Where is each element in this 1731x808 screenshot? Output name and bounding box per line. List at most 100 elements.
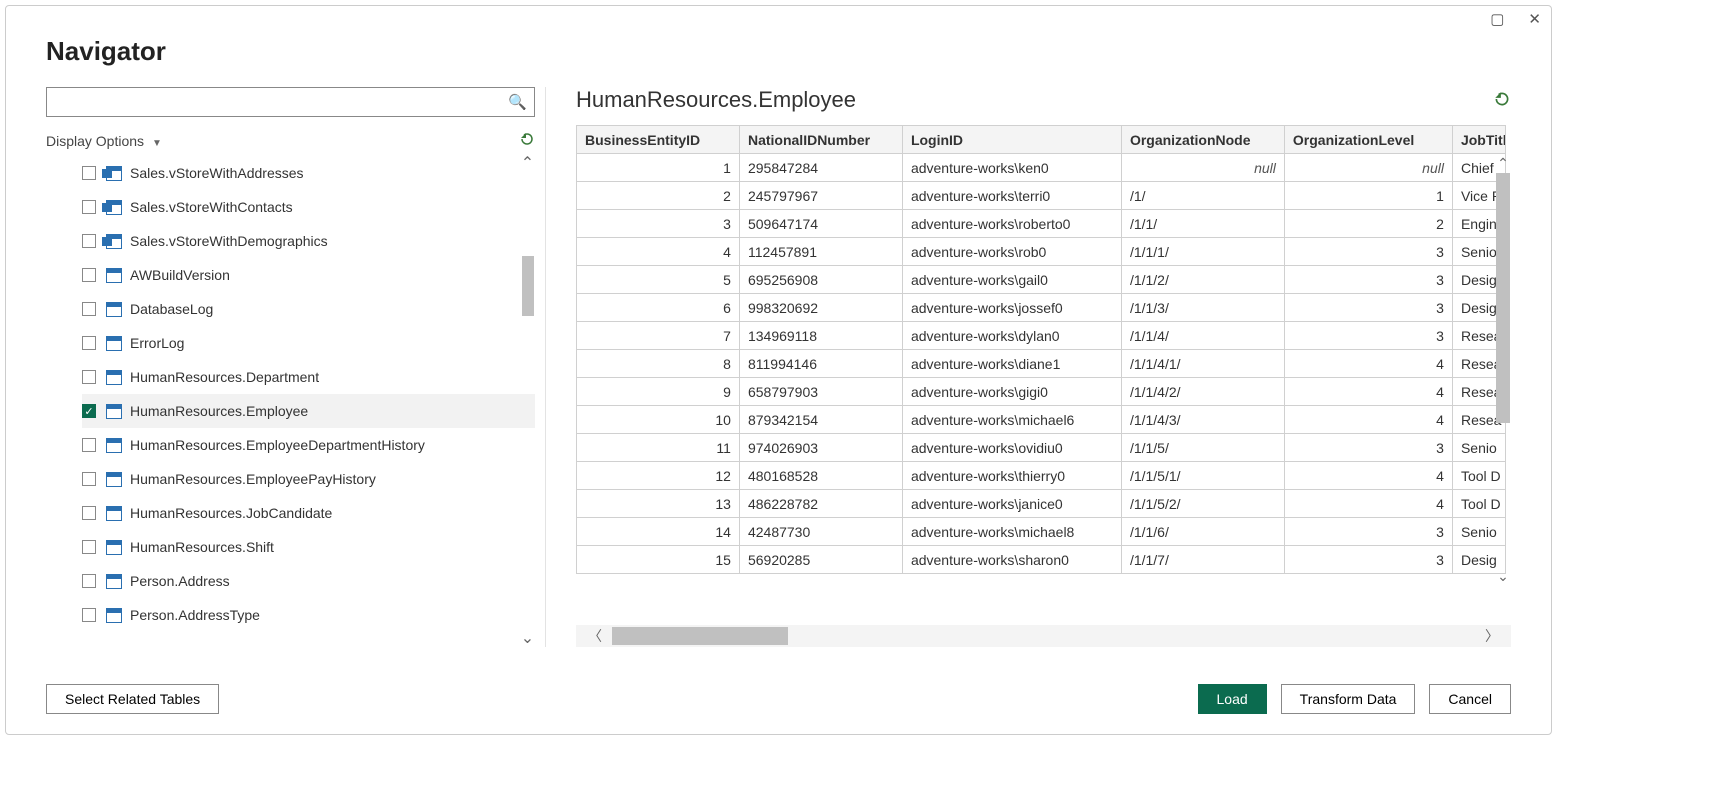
table-row[interactable]: 4112457891adventure-works\rob0/1/1/1/3Se…: [577, 238, 1506, 266]
table-cell[interactable]: 9: [577, 378, 740, 406]
table-cell[interactable]: 879342154: [739, 406, 902, 434]
table-cell[interactable]: 56920285: [739, 546, 902, 574]
table-row[interactable]: 7134969118adventure-works\dylan0/1/1/4/3…: [577, 322, 1506, 350]
scroll-thumb[interactable]: [1496, 173, 1510, 423]
table-cell[interactable]: 2: [1284, 210, 1452, 238]
table-cell[interactable]: 112457891: [739, 238, 902, 266]
table-cell[interactable]: 3: [1284, 518, 1452, 546]
scroll-down-icon[interactable]: ⌄: [521, 631, 534, 647]
table-row[interactable]: 1295847284adventure-works\ken0nullnullCh…: [577, 154, 1506, 182]
close-icon[interactable]: ✕: [1528, 12, 1541, 27]
table-cell[interactable]: 13: [577, 490, 740, 518]
table-cell[interactable]: /1/1/5/: [1121, 434, 1284, 462]
table-cell[interactable]: adventure-works\janice0: [902, 490, 1121, 518]
checkbox[interactable]: [82, 200, 96, 214]
scroll-right-icon[interactable]: 〉: [1485, 626, 1499, 646]
table-cell[interactable]: adventure-works\terri0: [902, 182, 1121, 210]
table-cell[interactable]: 480168528: [739, 462, 902, 490]
table-row[interactable]: 10879342154adventure-works\michael6/1/1/…: [577, 406, 1506, 434]
table-cell[interactable]: 15: [577, 546, 740, 574]
table-row[interactable]: 5695256908adventure-works\gail0/1/1/2/3D…: [577, 266, 1506, 294]
checkbox[interactable]: [82, 336, 96, 350]
table-row[interactable]: 11974026903adventure-works\ovidiu0/1/1/5…: [577, 434, 1506, 462]
table-cell[interactable]: adventure-works\thierry0: [902, 462, 1121, 490]
table-cell[interactable]: adventure-works\ken0: [902, 154, 1121, 182]
table-cell[interactable]: /1/1/4/1/: [1121, 350, 1284, 378]
table-cell[interactable]: /1/1/6/: [1121, 518, 1284, 546]
scroll-up-icon[interactable]: ⌃: [1497, 155, 1509, 172]
cancel-button[interactable]: Cancel: [1429, 684, 1511, 714]
tree-item[interactable]: Person.AddressType: [82, 598, 535, 632]
table-cell[interactable]: adventure-works\gigi0: [902, 378, 1121, 406]
table-row[interactable]: 1442487730adventure-works\michael8/1/1/6…: [577, 518, 1506, 546]
table-cell[interactable]: /1/1/4/3/: [1121, 406, 1284, 434]
table-cell[interactable]: 4: [1284, 462, 1452, 490]
checkbox[interactable]: [82, 302, 96, 316]
grid-vertical-scrollbar[interactable]: ⌃ ⌄: [1495, 155, 1511, 585]
scroll-thumb[interactable]: [522, 256, 534, 316]
tree-item[interactable]: Sales.vStoreWithAddresses: [82, 156, 535, 190]
tree-item[interactable]: Person.Address: [82, 564, 535, 598]
table-cell[interactable]: 7: [577, 322, 740, 350]
table-row[interactable]: 12480168528adventure-works\thierry0/1/1/…: [577, 462, 1506, 490]
column-header[interactable]: LoginID: [902, 126, 1121, 154]
checkbox[interactable]: [82, 540, 96, 554]
tree-item[interactable]: Sales.vStoreWithDemographics: [82, 224, 535, 258]
table-row[interactable]: 6998320692adventure-works\jossef0/1/1/3/…: [577, 294, 1506, 322]
scroll-up-icon[interactable]: ⌃: [521, 156, 534, 172]
table-cell[interactable]: 4: [1284, 490, 1452, 518]
checkbox[interactable]: [82, 608, 96, 622]
checkbox[interactable]: [82, 234, 96, 248]
table-cell[interactable]: adventure-works\rob0: [902, 238, 1121, 266]
table-cell[interactable]: null: [1284, 154, 1452, 182]
table-cell[interactable]: 4: [577, 238, 740, 266]
table-cell[interactable]: 3: [1284, 546, 1452, 574]
preview-grid[interactable]: BusinessEntityIDNationalIDNumberLoginIDO…: [576, 125, 1506, 574]
table-cell[interactable]: 42487730: [739, 518, 902, 546]
table-cell[interactable]: 3: [1284, 322, 1452, 350]
table-cell[interactable]: 4: [1284, 350, 1452, 378]
table-cell[interactable]: adventure-works\michael6: [902, 406, 1121, 434]
column-header[interactable]: JobTitle: [1452, 126, 1505, 154]
table-cell[interactable]: 5: [577, 266, 740, 294]
transform-data-button[interactable]: Transform Data: [1281, 684, 1416, 714]
table-cell[interactable]: 10: [577, 406, 740, 434]
table-cell[interactable]: adventure-works\jossef0: [902, 294, 1121, 322]
table-cell[interactable]: null: [1121, 154, 1284, 182]
table-cell[interactable]: 811994146: [739, 350, 902, 378]
table-cell[interactable]: adventure-works\diane1: [902, 350, 1121, 378]
tree-item[interactable]: HumanResources.Department: [82, 360, 535, 394]
table-cell[interactable]: adventure-works\michael8: [902, 518, 1121, 546]
table-row[interactable]: 8811994146adventure-works\diane1/1/1/4/1…: [577, 350, 1506, 378]
maximize-icon[interactable]: ▢: [1490, 12, 1504, 27]
table-cell[interactable]: 658797903: [739, 378, 902, 406]
table-cell[interactable]: /1/1/: [1121, 210, 1284, 238]
display-options-dropdown[interactable]: Display Options ▼: [46, 133, 162, 149]
tree-item[interactable]: ✓HumanResources.Employee: [82, 394, 535, 428]
table-cell[interactable]: 509647174: [739, 210, 902, 238]
tree-item[interactable]: HumanResources.Shift: [82, 530, 535, 564]
search-input[interactable]: [46, 87, 535, 117]
table-row[interactable]: 1556920285adventure-works\sharon0/1/1/7/…: [577, 546, 1506, 574]
table-cell[interactable]: adventure-works\dylan0: [902, 322, 1121, 350]
checkbox[interactable]: [82, 166, 96, 180]
table-cell[interactable]: 11: [577, 434, 740, 462]
column-header[interactable]: OrganizationLevel: [1284, 126, 1452, 154]
checkbox[interactable]: ✓: [82, 404, 96, 418]
checkbox[interactable]: [82, 472, 96, 486]
tree-item[interactable]: HumanResources.JobCandidate: [82, 496, 535, 530]
table-cell[interactable]: /1/1/1/: [1121, 238, 1284, 266]
table-cell[interactable]: 4: [1284, 406, 1452, 434]
table-cell[interactable]: 2: [577, 182, 740, 210]
table-cell[interactable]: 695256908: [739, 266, 902, 294]
preview-refresh-icon[interactable]: [1493, 90, 1511, 111]
load-button[interactable]: Load: [1198, 684, 1267, 714]
refresh-icon[interactable]: [519, 131, 535, 150]
table-cell[interactable]: 12: [577, 462, 740, 490]
table-cell[interactable]: adventure-works\roberto0: [902, 210, 1121, 238]
checkbox[interactable]: [82, 574, 96, 588]
table-cell[interactable]: 14: [577, 518, 740, 546]
table-cell[interactable]: /1/1/3/: [1121, 294, 1284, 322]
checkbox[interactable]: [82, 370, 96, 384]
grid-horizontal-scrollbar[interactable]: 〈 〉: [576, 625, 1511, 647]
